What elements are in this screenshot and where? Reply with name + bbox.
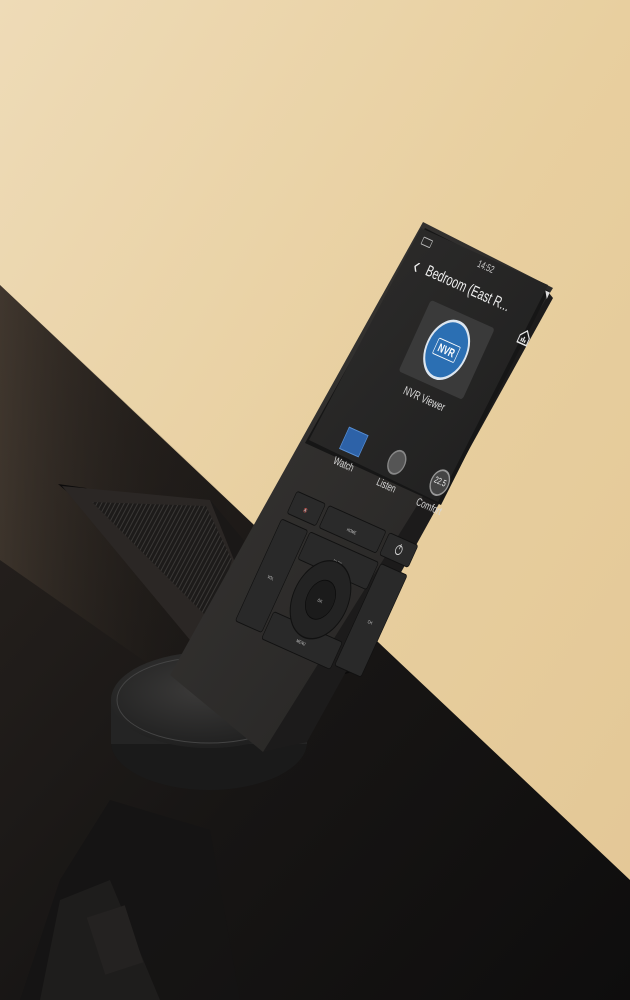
activity-label: Comfort bbox=[414, 495, 444, 518]
home-icon[interactable] bbox=[514, 325, 535, 349]
thermostat-icon: 22.5 bbox=[425, 466, 455, 500]
speaker-icon bbox=[383, 446, 411, 478]
photo-scene: 🔇 HOME BACK VOL CH MENU bbox=[0, 0, 630, 1000]
nvr-logo-text: NVR bbox=[432, 336, 461, 363]
activity-label: Listen bbox=[374, 475, 399, 496]
nvr-icon: NVR bbox=[414, 312, 480, 388]
tv-icon bbox=[339, 426, 369, 458]
